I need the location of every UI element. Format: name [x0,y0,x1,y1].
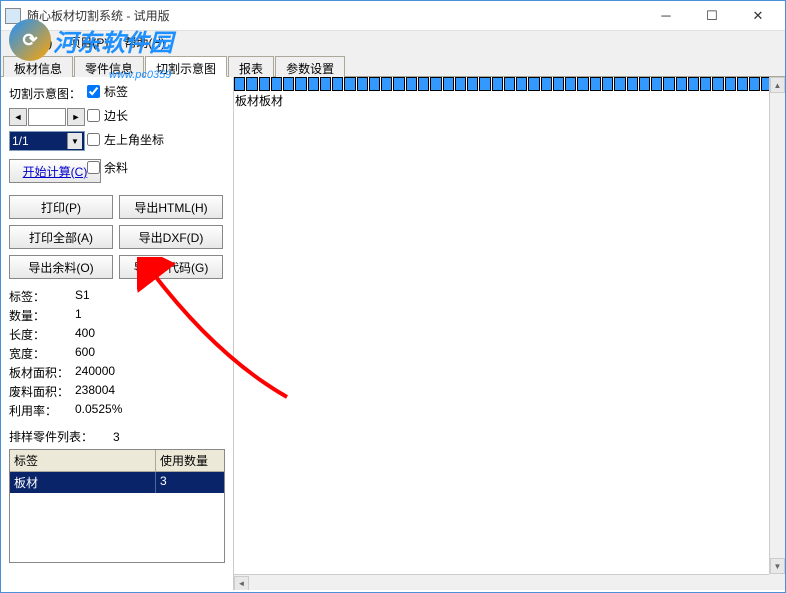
parts-col-qty[interactable]: 使用数量 [156,450,224,472]
spinner-prev[interactable]: ◄ [9,108,27,126]
checkbox-coord[interactable] [87,133,100,146]
info-tag-value: S1 [75,288,225,305]
scroll-down-icon[interactable]: ▼ [770,558,785,574]
checkbox-edge-text: 边长 [104,107,128,124]
chevron-down-icon: ▼ [67,133,82,149]
tab-board-info[interactable]: 板材信息 [3,56,73,77]
info-tag-label: 标签： [9,288,75,305]
export-html-button[interactable]: 导出HTML(H) [119,195,223,219]
close-button[interactable]: ✕ [735,2,781,30]
tab-report[interactable]: 报表 [228,56,274,77]
info-area-value: 240000 [75,364,225,381]
spinner-display [28,108,66,126]
info-util-value: 0.0525% [75,402,225,419]
parts-row-tag: 板材 [10,472,156,493]
info-waste-label: 废料面积： [9,383,75,400]
export-gcode-button[interactable]: 导出G代码(G) [119,255,223,279]
menu-project[interactable]: 项目(P) [60,32,116,53]
app-icon [5,8,21,24]
info-len-value: 400 [75,326,225,343]
tab-part-info[interactable]: 零件信息 [74,56,144,77]
maximize-button[interactable]: ☐ [689,2,735,30]
checkbox-label-text: 标签 [104,83,128,100]
info-qty-value: 1 [75,307,225,324]
print-button[interactable]: 打印(P) [9,195,113,219]
info-area-label: 板材面积： [9,364,75,381]
menu-help[interactable]: 帮助(H) [116,32,173,53]
info-qty-label: 数量： [9,307,75,324]
parts-col-tag[interactable]: 标签 [10,450,156,472]
export-dxf-button[interactable]: 导出DXF(D) [119,225,223,249]
parts-count: 3 [113,430,120,444]
menubar: 文件(F) 项目(P) 帮助(H) [1,31,785,53]
tab-settings[interactable]: 参数设置 [275,56,345,77]
checkbox-remain[interactable] [87,161,100,174]
checkbox-edge[interactable] [87,109,100,122]
info-wid-value: 600 [75,345,225,362]
scrollbar-vertical[interactable]: ▲ ▼ [769,77,785,574]
info-util-label: 利用率： [9,402,75,419]
export-remain-button[interactable]: 导出余料(O) [9,255,113,279]
info-wid-label: 宽度： [9,345,75,362]
table-row[interactable]: 板材 3 [10,472,224,493]
spinner-next[interactable]: ► [67,108,85,126]
diagram-label: 切割示意图： [9,85,87,102]
page-select[interactable]: 1/1 ▼ [9,131,85,151]
info-block: 标签：S1 数量：1 长度：400 宽度：600 板材面积：240000 废料面… [9,287,225,420]
checkbox-label[interactable] [87,85,100,98]
checkbox-coord-text: 左上角坐标 [104,131,164,148]
scroll-up-icon[interactable]: ▲ [770,77,785,93]
scrollbar-horizontal[interactable]: ◄ ► [234,574,769,590]
canvas-label: 板材板材 [235,95,283,107]
scroll-left-icon[interactable]: ◄ [234,576,249,591]
ruler-ticks [234,77,785,91]
window-title: 随心板材切割系统 - 试用版 [27,7,643,24]
print-all-button[interactable]: 打印全部(A) [9,225,113,249]
checkbox-remain-text: 余料 [104,159,128,176]
tab-cutting-diagram[interactable]: 切割示意图 [145,56,227,77]
info-waste-value: 238004 [75,383,225,400]
minimize-button[interactable]: ─ [643,2,689,30]
parts-table: 标签 使用数量 板材 3 [9,449,225,563]
tabbar: 板材信息 零件信息 切割示意图 报表 参数设置 [1,53,785,77]
canvas-panel: 板材板材 ▲ ▼ ◄ ► [233,77,785,590]
scroll-corner [769,574,785,590]
info-len-label: 长度： [9,326,75,343]
parts-header-label: 排样零件列表： [9,428,93,445]
menu-file[interactable]: 文件(F) [5,32,60,53]
parts-row-qty: 3 [156,472,224,493]
left-panel: 切割示意图： 标签 ◄ ► [1,77,233,590]
